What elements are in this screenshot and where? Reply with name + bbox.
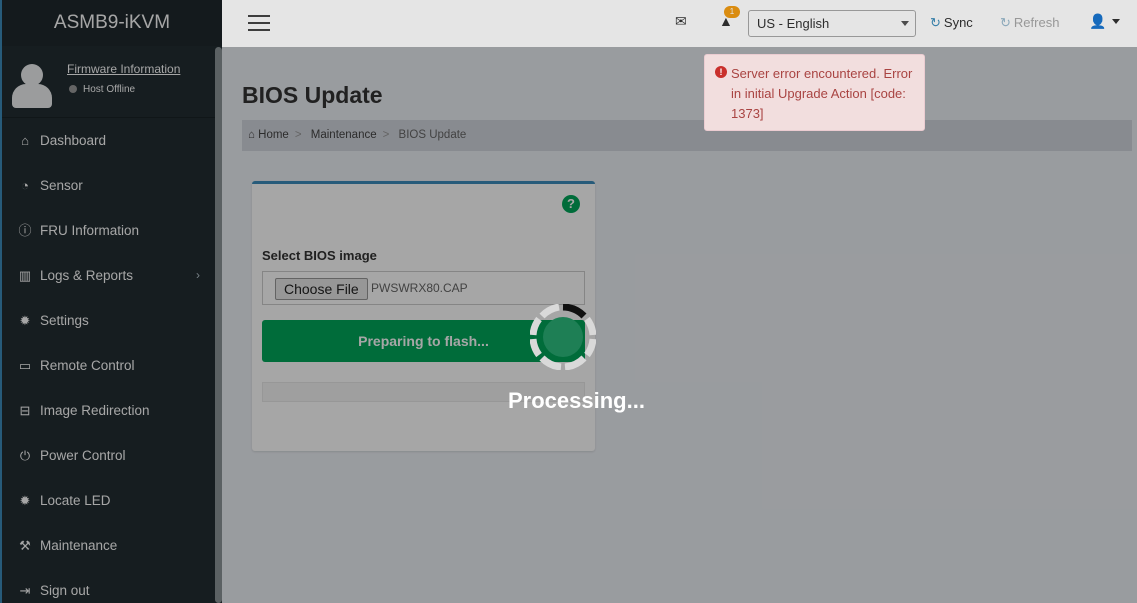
error-icon: ! xyxy=(715,66,727,78)
error-message: Server error encountered. Error in initi… xyxy=(731,66,913,121)
processing-overlay xyxy=(222,47,1137,603)
processing-text: Processing... xyxy=(508,388,645,413)
error-notification: ! Server error encountered. Error in ini… xyxy=(704,54,925,131)
loading-spinner-icon xyxy=(529,303,597,371)
header-dim-overlay xyxy=(222,0,1137,47)
sidebar-dim-overlay xyxy=(0,0,222,603)
